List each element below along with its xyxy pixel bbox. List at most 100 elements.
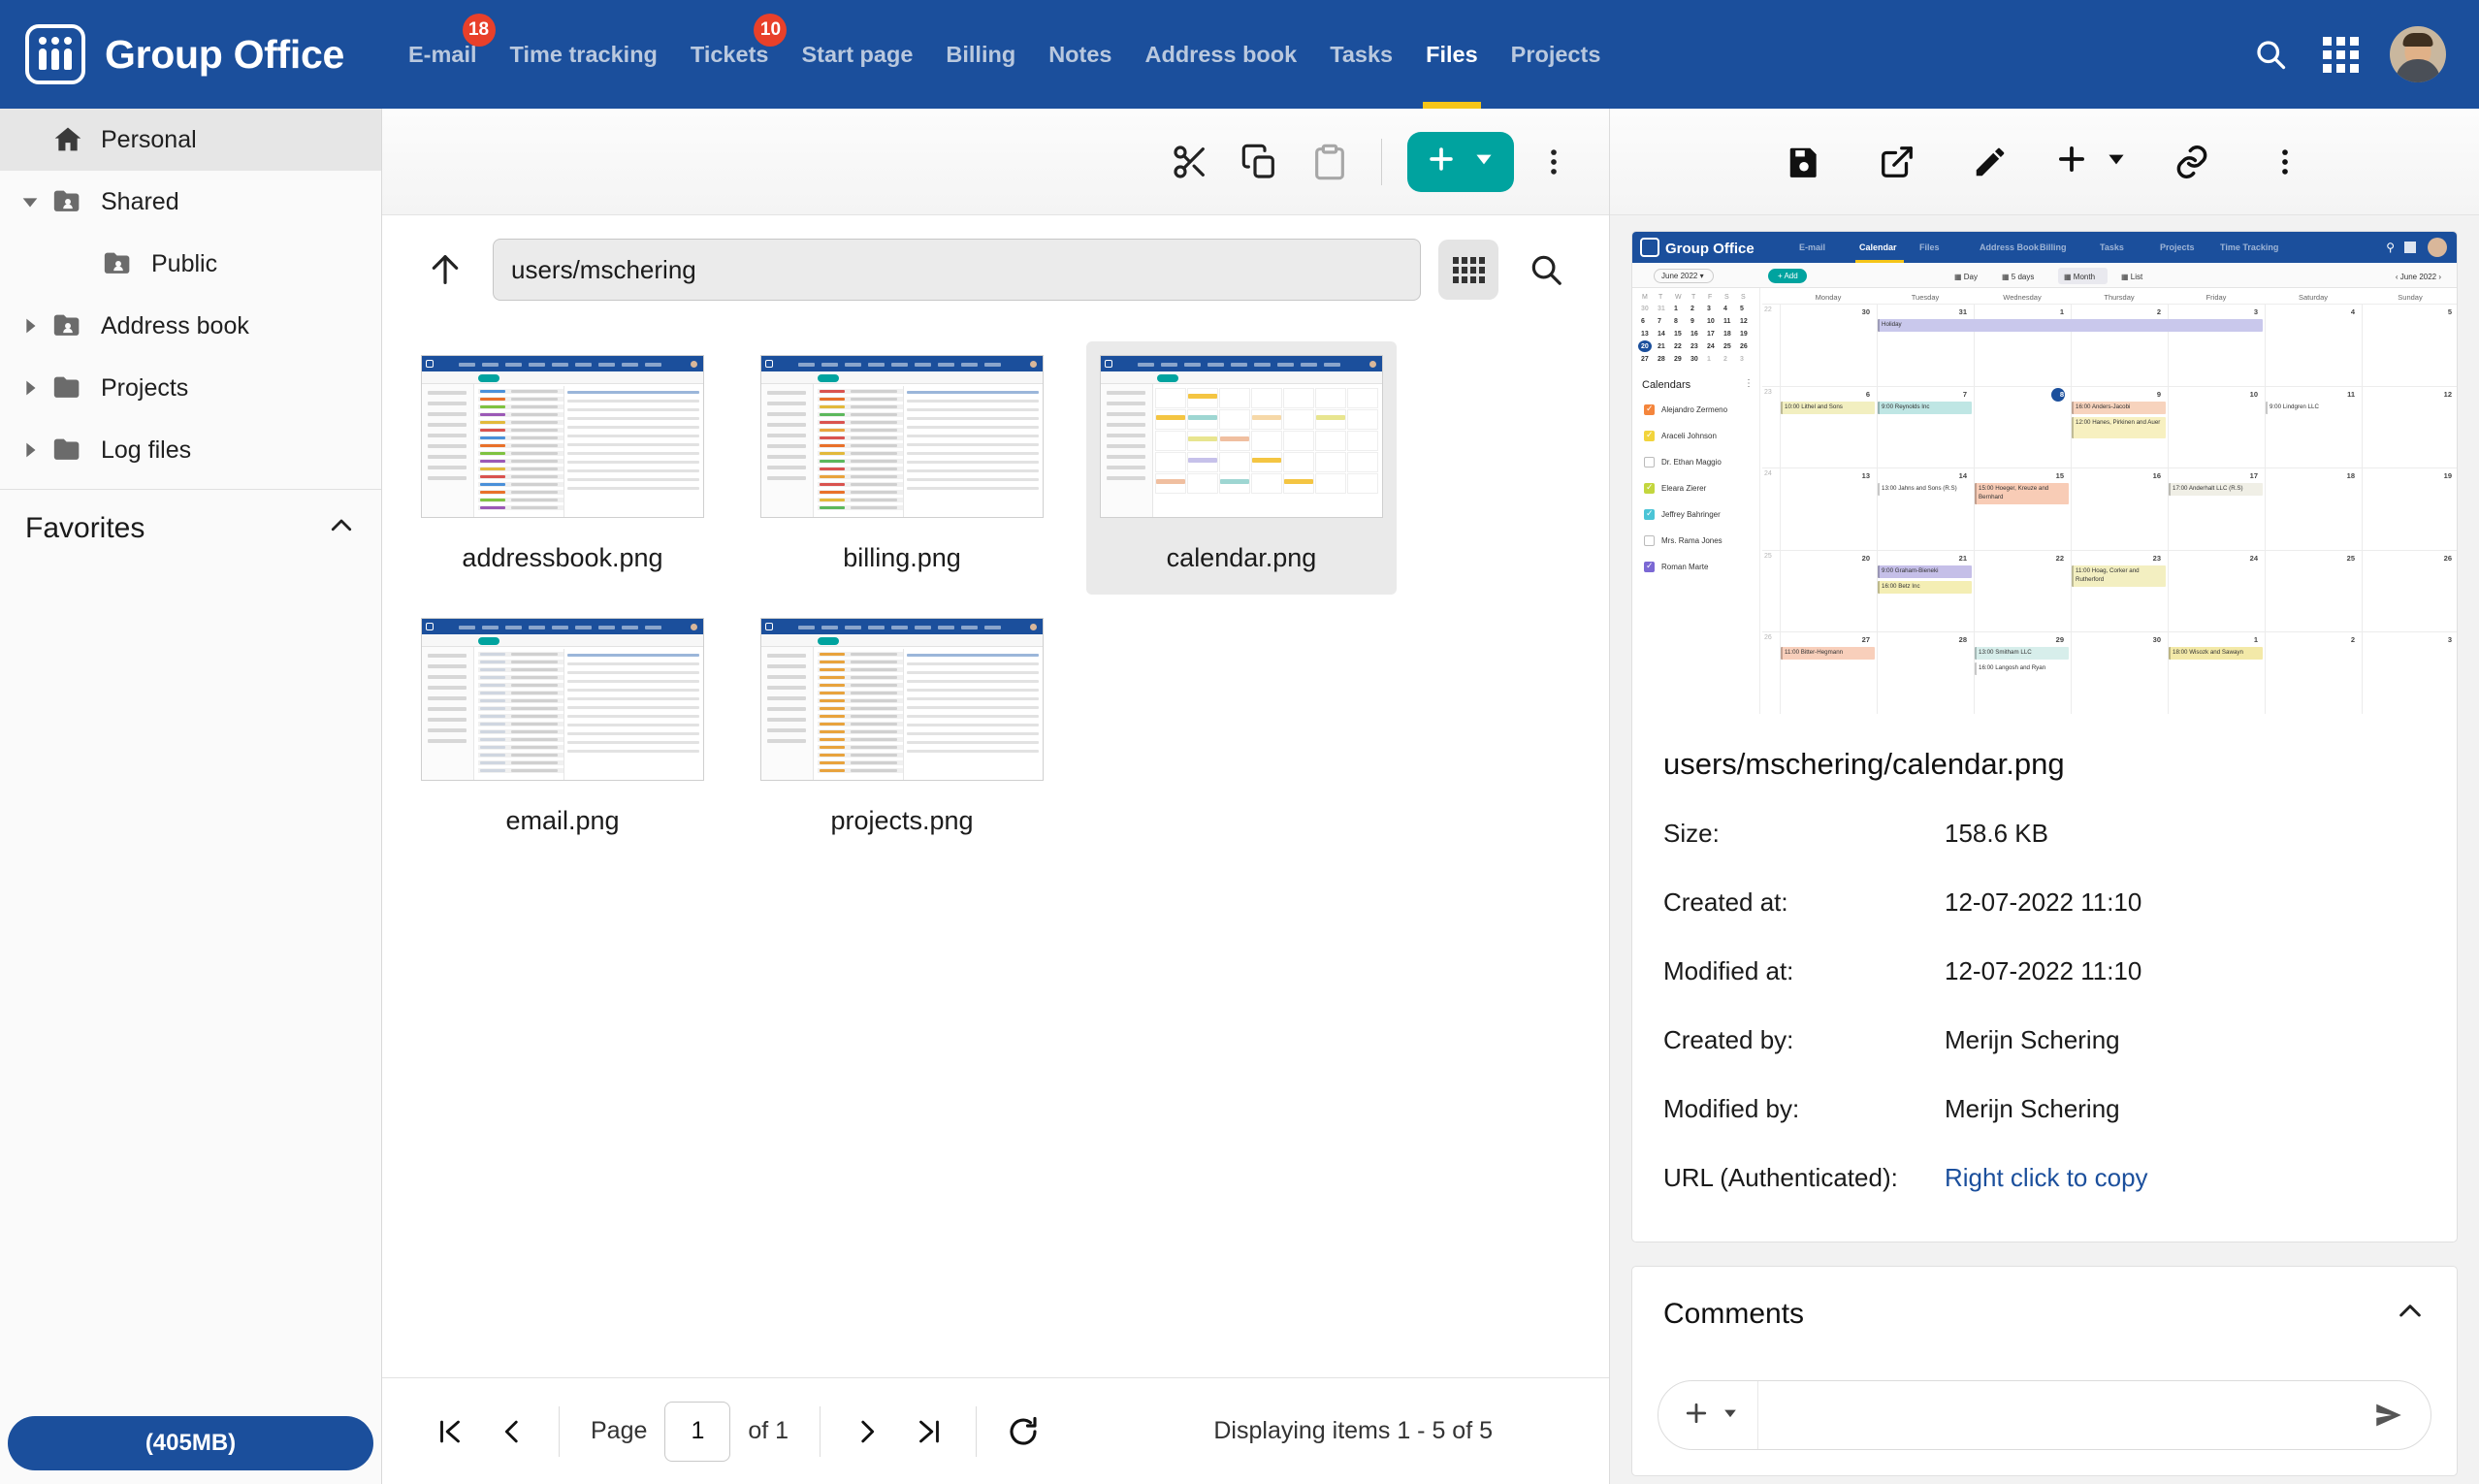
sidebar-item-label: Public — [151, 249, 218, 277]
pagination-bar: Page 1 of 1 Displaying items 1 - 5 of 5 — [382, 1377, 1609, 1484]
caret-down-icon — [1471, 146, 1497, 177]
caret-right-icon[interactable] — [14, 377, 47, 399]
sidebar-item-projects[interactable]: Projects — [0, 357, 381, 419]
path-bar: users/mschering — [382, 215, 1609, 324]
next-page-icon[interactable] — [838, 1403, 896, 1461]
nav-item-projects[interactable]: Projects — [1495, 0, 1618, 109]
property-key: Modified by: — [1663, 1094, 1800, 1123]
file-name-label: projects.png — [830, 806, 974, 835]
refresh-icon[interactable] — [994, 1403, 1052, 1461]
nav-item-label: Tickets — [690, 41, 769, 67]
page-total-label: of 1 — [748, 1417, 789, 1444]
sidebar-item-public[interactable]: Public — [0, 233, 381, 295]
more-menu-button[interactable] — [1524, 132, 1584, 192]
file-thumbnail — [421, 618, 704, 781]
caret-right-icon[interactable] — [14, 439, 47, 461]
caret-right-icon[interactable] — [14, 315, 47, 337]
add-button[interactable] — [1407, 131, 1514, 192]
toolbar-divider — [1381, 138, 1382, 185]
nav-item-tasks[interactable]: Tasks — [1313, 0, 1409, 109]
nav-item-billing[interactable]: Billing — [929, 0, 1032, 109]
more-menu-button[interactable] — [2255, 132, 2315, 192]
nav-badge: 10 — [754, 14, 788, 47]
path-input[interactable]: users/mschering — [493, 239, 1421, 301]
comment-composer — [1658, 1380, 2431, 1450]
nav-item-files[interactable]: Files — [1409, 0, 1495, 109]
paste-button[interactable] — [1300, 132, 1360, 192]
save-button[interactable] — [1774, 132, 1834, 192]
shared-folder-icon — [47, 309, 89, 342]
calendar-preview-image[interactable]: Group Office E-mail Calendar Files Address B… — [1632, 232, 2457, 714]
nav-item-time-tracking[interactable]: Time tracking — [494, 0, 674, 109]
folder-icon — [47, 371, 89, 404]
brand-name: Group Office — [105, 31, 344, 77]
cut-button[interactable] — [1160, 132, 1220, 192]
sidebar-item-personal[interactable]: Personal — [0, 109, 381, 171]
page-number-input[interactable]: 1 — [664, 1401, 731, 1462]
file-thumbnail — [1100, 355, 1383, 518]
apps-grid-icon[interactable] — [2320, 34, 2361, 75]
comment-input[interactable] — [1758, 1381, 2347, 1449]
pager-divider — [976, 1405, 978, 1457]
nav-item-label: Tasks — [1330, 41, 1394, 67]
copy-button[interactable] — [1230, 132, 1290, 192]
quota-section: (405MB) — [0, 1416, 381, 1484]
caret-down-icon[interactable] — [14, 191, 47, 212]
chain-link-icon[interactable] — [2162, 132, 2222, 192]
first-page-icon[interactable] — [421, 1403, 479, 1461]
shared-folder-icon — [47, 185, 89, 218]
property-key: Created by: — [1663, 1025, 1794, 1054]
brand[interactable]: Group Office — [0, 24, 392, 84]
chevron-up-icon[interactable] — [327, 511, 356, 545]
sidebar-item-address-book[interactable]: Address book — [0, 295, 381, 357]
sidebar-item-log-files[interactable]: Log files — [0, 419, 381, 481]
nav-item-address-book[interactable]: Address book — [1129, 0, 1314, 109]
file-tile[interactable]: calendar.png — [1086, 341, 1397, 595]
property-key: URL (Authenticated): — [1663, 1163, 1898, 1192]
file-tile[interactable]: email.png — [407, 604, 718, 857]
nav-item-tickets[interactable]: Tickets 10 — [674, 0, 788, 109]
nav-item-label: Start page — [801, 41, 914, 67]
send-icon[interactable] — [2347, 1381, 2431, 1449]
group-office-logo-icon — [25, 24, 85, 84]
arrow-up-icon[interactable] — [415, 240, 475, 300]
grid-view-icon[interactable] — [1438, 240, 1498, 300]
sidebar-item-shared[interactable]: Shared — [0, 171, 381, 233]
copy-url-link[interactable]: Right click to copy — [1945, 1163, 2426, 1193]
file-name-label: addressbook.png — [462, 543, 663, 572]
file-tile[interactable]: projects.png — [747, 604, 1057, 857]
pagination-status: Displaying items 1 - 5 of 5 — [1213, 1417, 1493, 1444]
app-body: Personal Shared Public Address book Projects… — [0, 109, 2479, 1484]
pencil-icon[interactable] — [1960, 132, 2020, 192]
nav-item-label: Notes — [1048, 41, 1112, 67]
nav-item-label: Files — [1426, 41, 1478, 67]
last-page-icon[interactable] — [900, 1403, 958, 1461]
caret-down-icon — [1721, 1403, 1740, 1428]
search-icon[interactable] — [1516, 240, 1576, 300]
folder-icon — [47, 434, 89, 467]
favorites-header[interactable]: Favorites — [0, 490, 381, 566]
property-value: 12-07-2022 11:10 — [1945, 887, 2142, 917]
previous-page-icon[interactable] — [483, 1403, 541, 1461]
property-row: Created by: Merijn Schering — [1663, 1006, 2426, 1075]
detail-panel: Group Office E-mail Calendar Files Address B… — [1610, 109, 2479, 1484]
avatar[interactable] — [2390, 26, 2446, 82]
nav-item-e-mail[interactable]: E-mail 18 — [392, 0, 496, 109]
nav-item-start-page[interactable]: Start page — [785, 0, 929, 109]
chevron-up-icon[interactable] — [2395, 1296, 2426, 1332]
nav-item-notes[interactable]: Notes — [1032, 0, 1128, 109]
nav-item-label: Time tracking — [509, 41, 658, 67]
header-actions — [2250, 26, 2479, 82]
detail-toolbar — [1610, 109, 2479, 215]
search-icon[interactable] — [2250, 34, 2291, 75]
comments-header[interactable]: Comments — [1632, 1267, 2457, 1341]
file-tile[interactable]: billing.png — [747, 341, 1057, 595]
nav-badge: 18 — [462, 14, 496, 47]
comment-attach-button[interactable] — [1658, 1381, 1758, 1449]
detail-add-button[interactable] — [2053, 132, 2129, 192]
external-link-icon[interactable] — [1867, 132, 1927, 192]
quota-button[interactable]: (405MB) — [8, 1416, 373, 1470]
sidebar-item-label: Shared — [101, 187, 179, 215]
pager-divider — [559, 1405, 560, 1457]
file-tile[interactable]: addressbook.png — [407, 341, 718, 595]
